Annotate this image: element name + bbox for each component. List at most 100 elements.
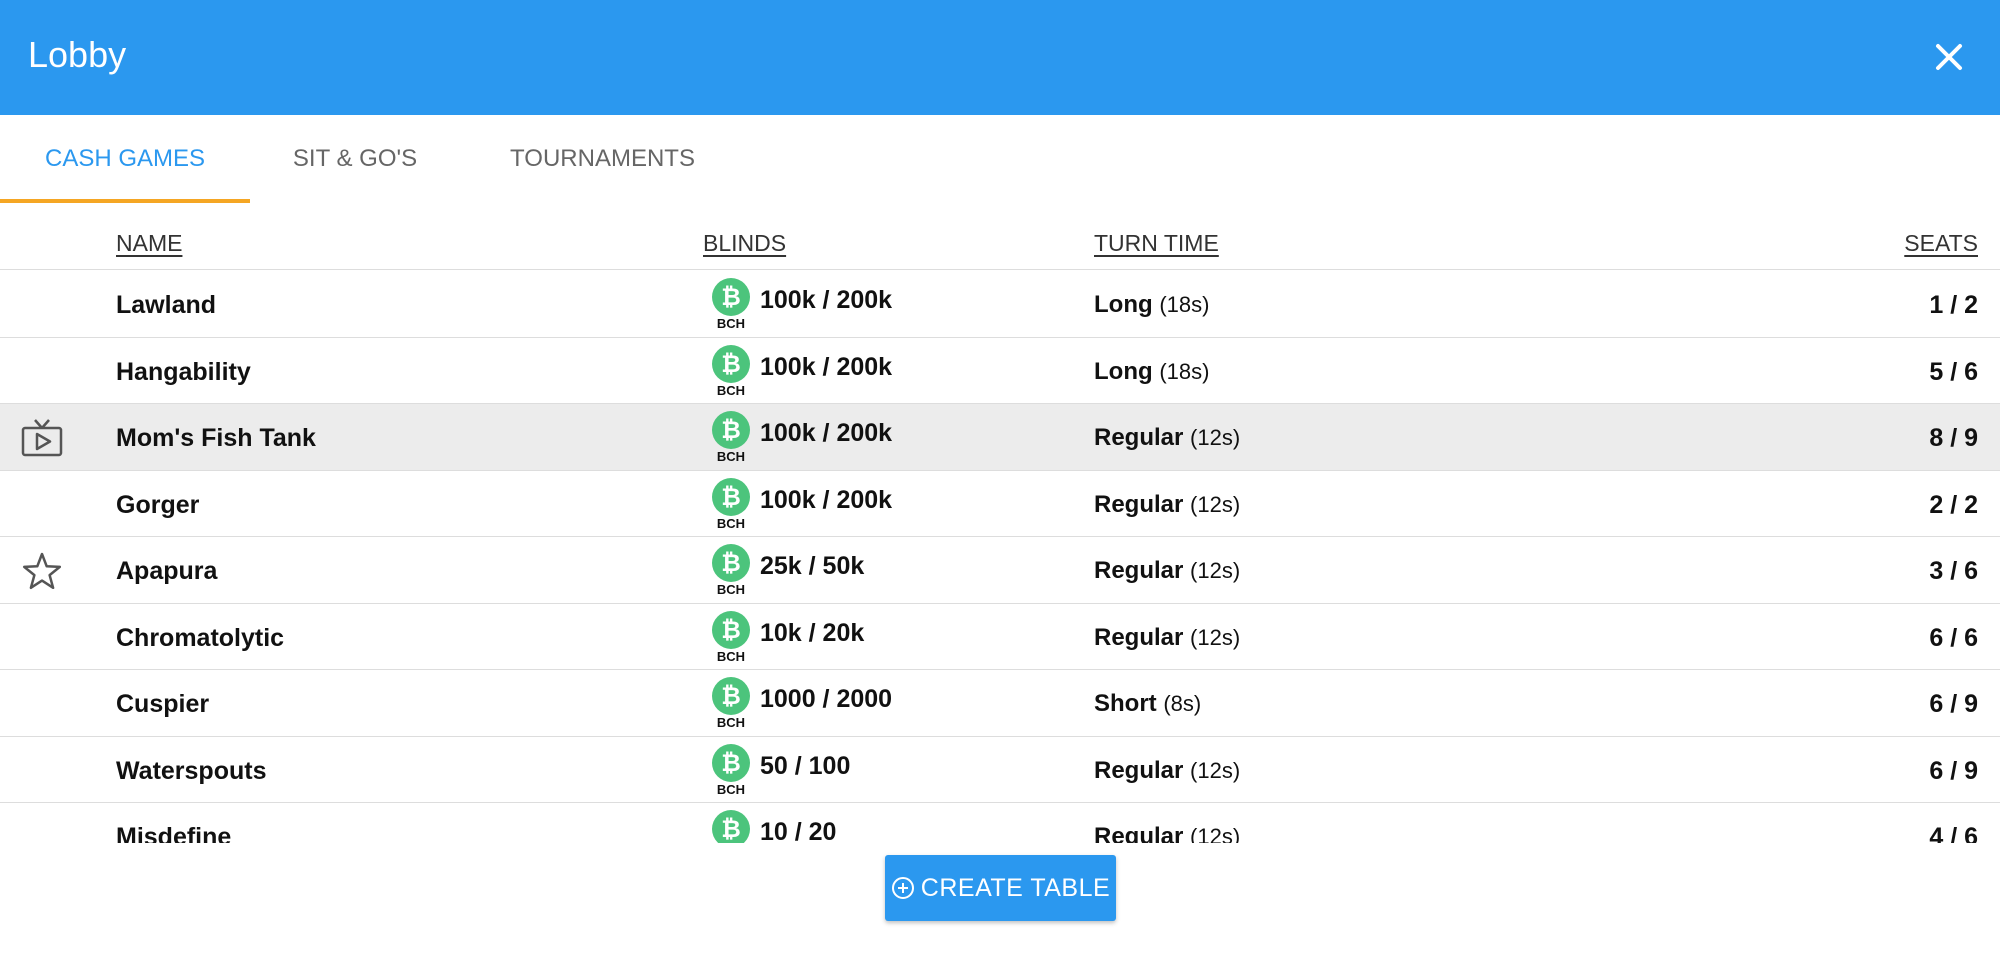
turn-speed: Regular	[1094, 623, 1184, 651]
turn-speed: Long	[1094, 357, 1153, 385]
bitcoin-cash-icon: ₿	[712, 278, 750, 316]
svg-text:₿: ₿	[721, 416, 741, 444]
table-seats: 5 / 6	[1929, 357, 1978, 386]
table-row[interactable]: Gorger ₿ BCH 100k / 200k Regular (12s) 2 / 2	[0, 471, 2000, 537]
table-seats: 6 / 9	[1929, 756, 1978, 785]
turn-seconds: (12s)	[1190, 491, 1241, 517]
create-table-button[interactable]: CREATE TABLE	[885, 855, 1116, 921]
table-turn-time: Long (18s)	[1094, 358, 1209, 386]
table-seats: 6 / 6	[1929, 623, 1978, 652]
tab-sit-and-go[interactable]: SIT & GO'S	[270, 115, 440, 203]
table-turn-time: Long (18s)	[1094, 291, 1209, 319]
table-row[interactable]: Chromatolytic ₿ BCH 10k / 20k Regular (12s) 6…	[0, 604, 2000, 670]
table-name: Misdefine	[116, 823, 232, 843]
table-blinds: 100k / 200k	[760, 286, 893, 314]
table-turn-time: Regular (12s)	[1094, 823, 1240, 843]
table-turn-time: Regular (12s)	[1094, 757, 1240, 785]
turn-seconds: (12s)	[1190, 558, 1241, 583]
table-name: Chromatolytic	[116, 623, 285, 652]
bitcoin-cash-icon: ₿	[712, 411, 750, 449]
bch-coin: ₿BCH	[710, 344, 752, 398]
svg-text:₿: ₿	[721, 350, 741, 378]
tab-tournaments[interactable]: TOURNAMENTS	[485, 115, 720, 203]
table-seats: 2 / 2	[1929, 490, 1978, 519]
turn-speed: Short	[1094, 690, 1157, 717]
table-turn-time: Regular (12s)	[1094, 624, 1240, 652]
table-row[interactable]: Cuspier ₿ BCH 1000 / 2000 Short (8s) 6 / 9	[0, 670, 2000, 737]
turn-seconds: (18s)	[1159, 358, 1210, 384]
column-header-seats[interactable]: SEATS	[1904, 230, 1978, 257]
column-header-blinds[interactable]: BLINDS	[703, 230, 786, 257]
table-name: Hangability	[116, 357, 251, 386]
currency-label: BCH	[716, 715, 746, 730]
table-turn-time: Regular (12s)	[1094, 491, 1240, 519]
turn-seconds: (18s)	[1159, 292, 1210, 317]
bch-coin: ₿BCH	[710, 743, 752, 797]
currency-label: BCH	[716, 515, 746, 531]
currency-label: BCH	[716, 449, 746, 464]
table-name: Gorger	[116, 490, 200, 519]
create-table-label: CREATE TABLE	[920, 873, 1111, 902]
table-row[interactable]: Apapura ₿ BCH 25k / 50k Regular (12s) 3 / 6	[0, 537, 2000, 604]
tv-play-icon[interactable]	[20, 418, 64, 458]
bch-coin: ₿BCH	[710, 610, 752, 664]
currency-label: BCH	[716, 648, 746, 664]
tab-cash-games[interactable]: CASH GAMES	[0, 115, 250, 203]
close-icon	[1936, 44, 1962, 70]
close-button[interactable]	[1926, 34, 1972, 80]
table-seats: 3 / 6	[1929, 557, 1978, 585]
table-blinds: 1000 / 2000	[760, 685, 893, 713]
table-name: Cuspier	[116, 690, 210, 718]
bch-coin: ₿ BCH	[710, 677, 752, 730]
table-turn-time: Regular (12s)	[1094, 424, 1240, 452]
svg-text:₿: ₿	[721, 483, 741, 511]
table-blinds: 100k / 200k	[760, 485, 893, 514]
plus-circle-icon	[891, 876, 915, 900]
table-row[interactable]: Mom's Fish Tank ₿ BCH 100k / 200k Regular (1…	[0, 404, 2000, 471]
lobby-tabs: CASH GAMES SIT & GO'S TOURNAMENTS	[0, 115, 2000, 203]
table-row[interactable]: Waterspouts ₿ BCH 50 / 100 Regular (12s) 6 / …	[0, 737, 2000, 803]
bitcoin-cash-icon: ₿	[712, 743, 750, 782]
turn-seconds: (12s)	[1190, 824, 1241, 843]
bitcoin-cash-icon: ₿	[712, 477, 750, 516]
lobby-header: Lobby	[0, 0, 2000, 115]
table-blinds: 100k / 200k	[760, 419, 893, 447]
table-header: NAME BLINDS TURN TIME SEATS	[0, 218, 2000, 270]
table-row[interactable]: Lawland ₿ BCH 100k / 200k Long (18s) 1 / 2	[0, 271, 2000, 338]
table-blinds: 10 / 20	[760, 818, 837, 843]
table-row[interactable]: Hangability ₿ BCH 100k / 200k Long (18s) 5 / …	[0, 338, 2000, 404]
table-turn-time: Regular (12s)	[1094, 557, 1240, 585]
turn-speed: Regular	[1094, 823, 1184, 843]
bitcoin-cash-icon: ₿	[712, 810, 750, 843]
turn-seconds: (12s)	[1190, 624, 1241, 650]
bch-coin: ₿BCH	[710, 810, 752, 843]
bitcoin-cash-icon: ₿	[712, 544, 750, 582]
currency-label: BCH	[716, 316, 746, 331]
bch-coin: ₿BCH	[710, 544, 752, 597]
table-blinds: 50 / 100	[760, 751, 851, 780]
table-seats: 1 / 2	[1929, 291, 1978, 319]
column-header-name[interactable]: NAME	[116, 230, 182, 257]
turn-seconds: (12s)	[1190, 757, 1241, 783]
table-row[interactable]: Misdefine ₿BCH 10 / 20 Regular (12s) 4 / 6	[0, 803, 2000, 843]
active-tab-indicator	[0, 199, 250, 203]
bch-coin: ₿ BCH	[710, 411, 752, 464]
table-seats: 6 / 9	[1929, 690, 1978, 718]
table-name: Lawland	[116, 291, 217, 319]
star-icon[interactable]	[20, 551, 64, 591]
table-seats: 8 / 9	[1929, 424, 1978, 452]
table-blinds: 100k / 200k	[760, 352, 893, 381]
bitcoin-cash-icon: ₿	[712, 344, 750, 383]
bitcoin-cash-icon: ₿	[712, 610, 750, 649]
svg-text:₿: ₿	[721, 549, 741, 577]
table-blinds: 10k / 20k	[760, 618, 865, 647]
bch-coin: ₿ BCH	[710, 278, 752, 331]
svg-text:₿: ₿	[721, 815, 741, 843]
svg-text:₿: ₿	[721, 682, 741, 710]
turn-speed: Regular	[1094, 424, 1184, 451]
column-header-turn-time[interactable]: TURN TIME	[1094, 230, 1219, 257]
header-title: Lobby	[28, 34, 127, 75]
turn-speed: Regular	[1094, 756, 1184, 784]
table-seats: 4 / 6	[1929, 823, 1978, 843]
svg-text:₿: ₿	[721, 283, 741, 311]
